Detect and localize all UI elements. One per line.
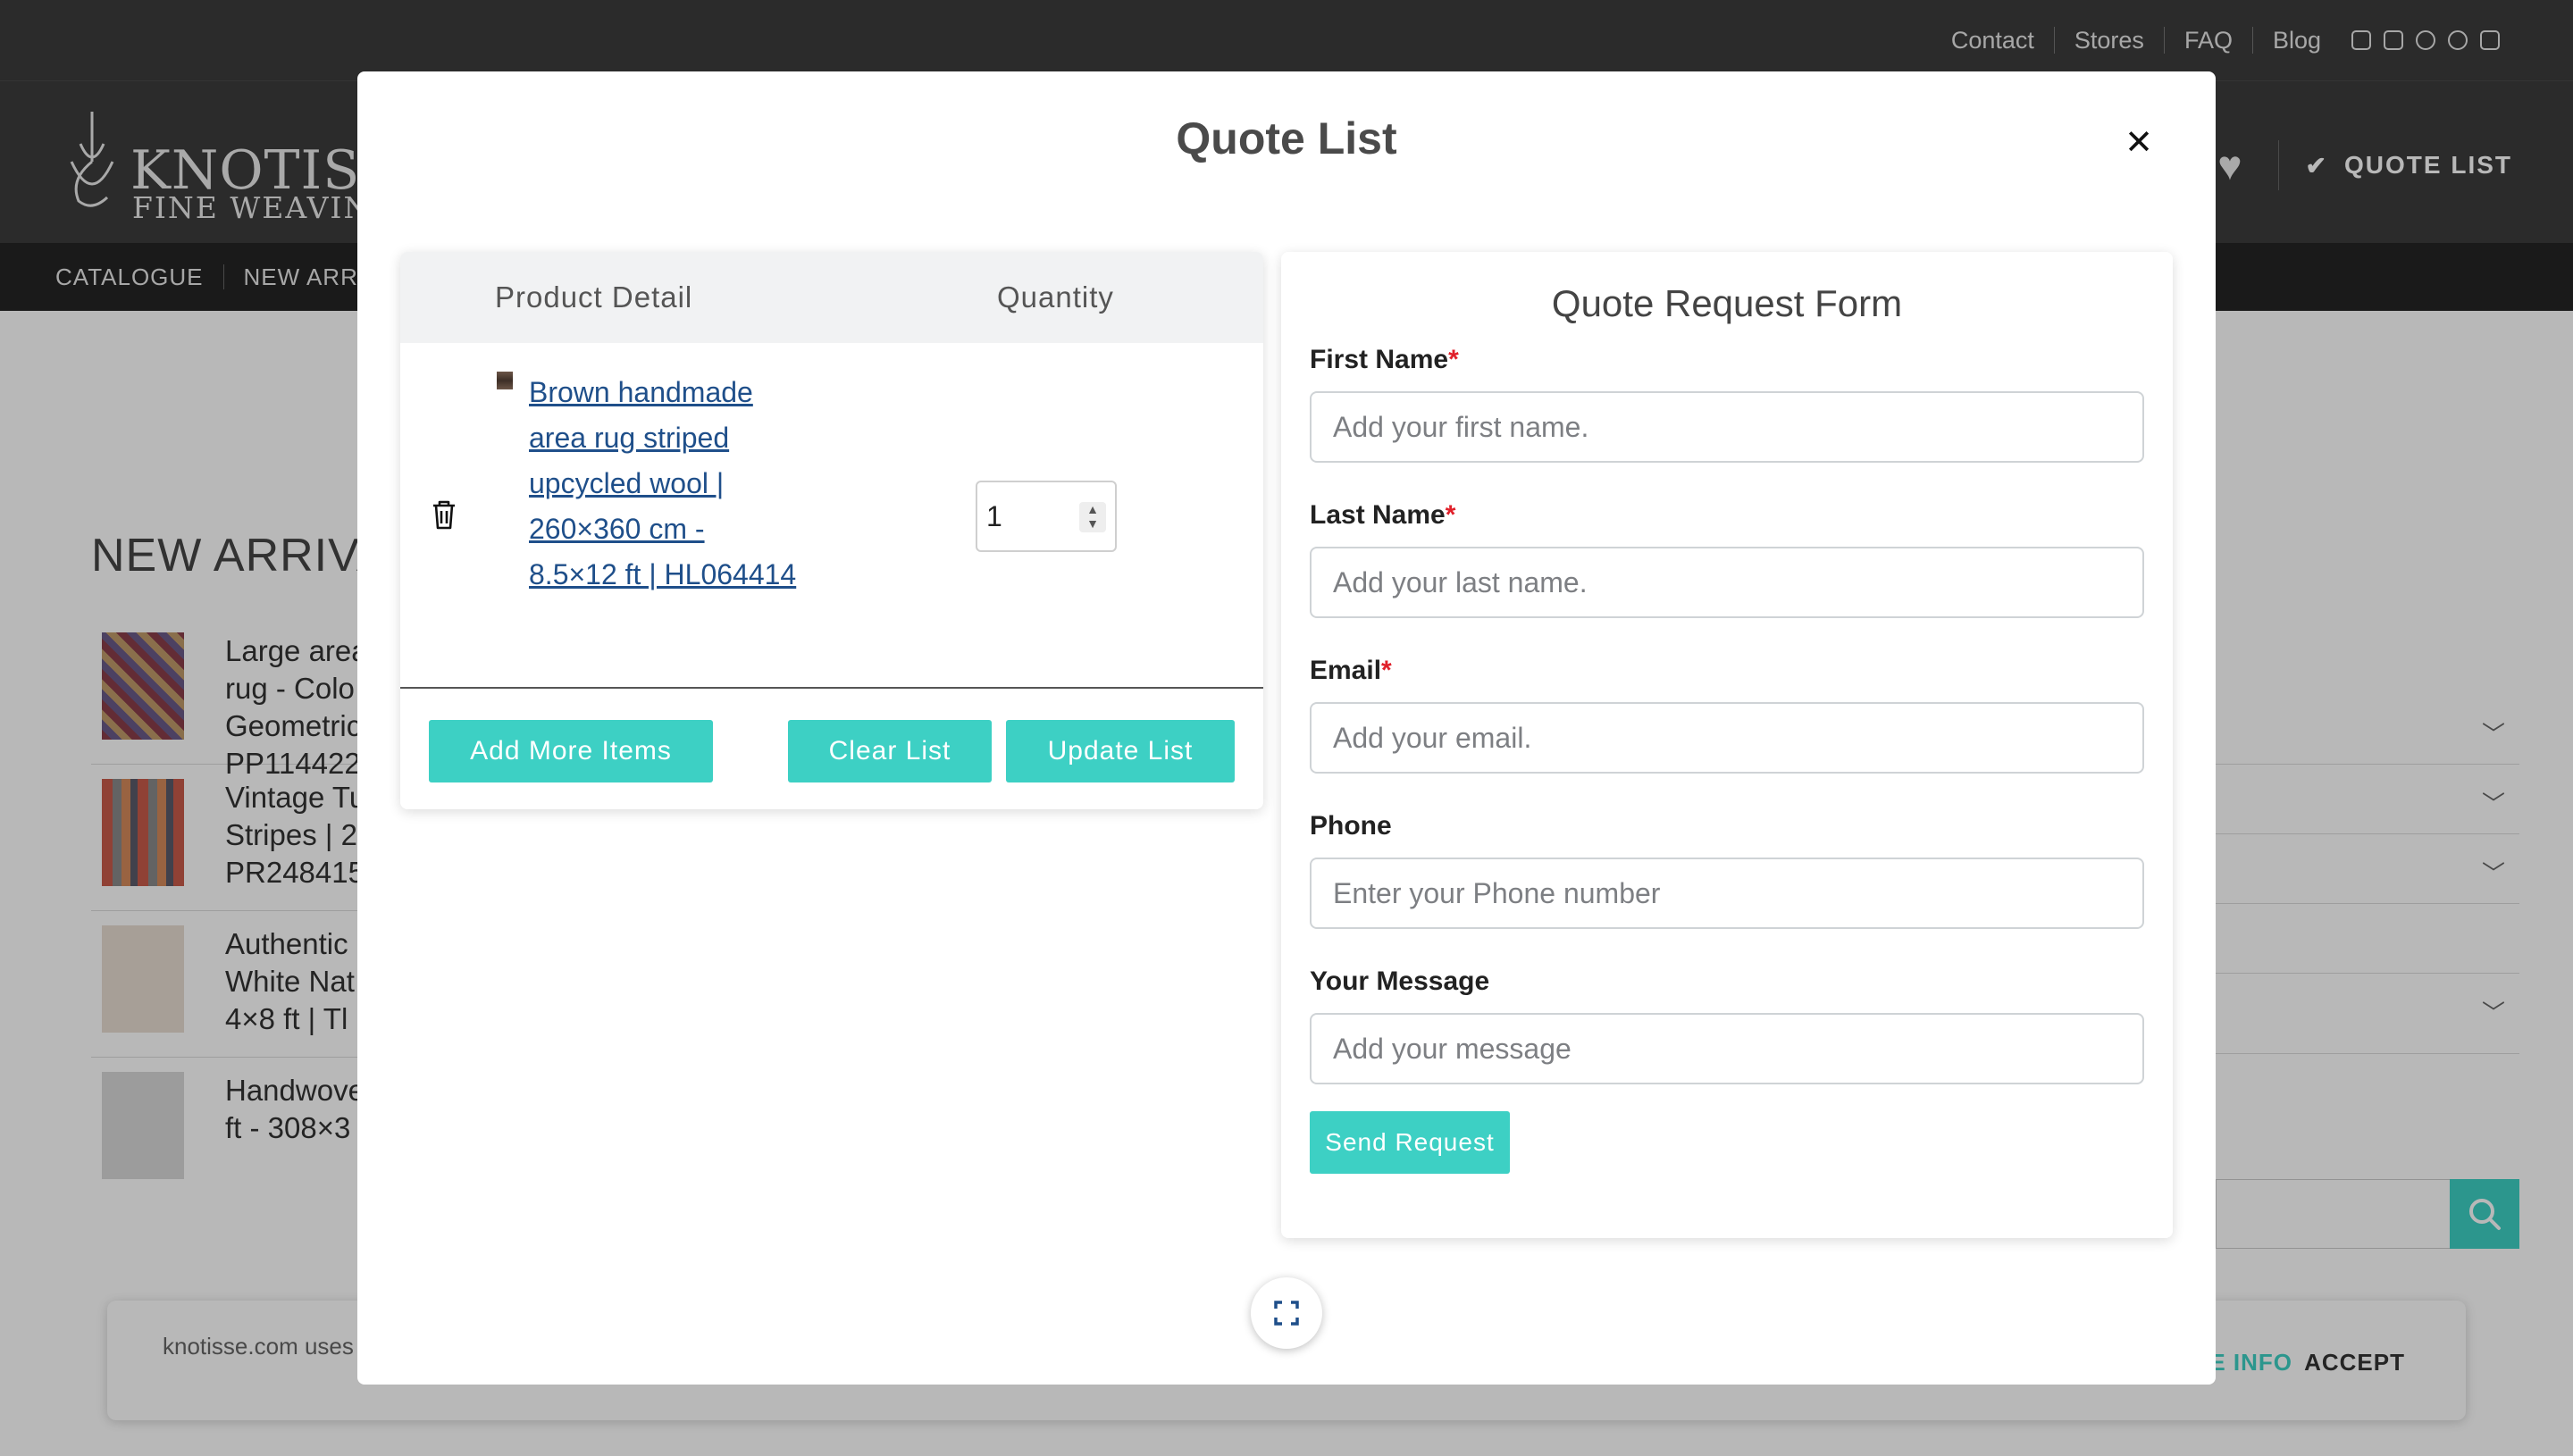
- clear-list-button[interactable]: Clear List: [788, 720, 992, 782]
- modal-title: Quote List: [1176, 113, 1397, 163]
- first-name-label: First Name*: [1310, 345, 1459, 374]
- required-marker: *: [1445, 500, 1456, 530]
- product-link[interactable]: Brown handmade area rug striped upcycled…: [529, 370, 797, 598]
- quantity-value: 1: [986, 500, 1002, 532]
- email-placeholder: Add your email.: [1333, 722, 1532, 754]
- expand-button[interactable]: [1251, 1277, 1322, 1349]
- phone-field[interactable]: Enter your Phone number: [1310, 858, 2144, 929]
- quantity-stepper[interactable]: 1 ▲ ▼: [976, 481, 1117, 552]
- send-request-button[interactable]: Send Request: [1310, 1111, 1510, 1174]
- first-name-field[interactable]: Add your first name.: [1310, 391, 2144, 463]
- required-marker: *: [1381, 656, 1392, 685]
- table-header: Product Detail Quantity: [400, 252, 1263, 343]
- message-label: Your Message: [1310, 966, 1490, 996]
- phone-placeholder: Enter your Phone number: [1333, 877, 1661, 909]
- required-marker: *: [1448, 345, 1459, 374]
- column-header-quantity: Quantity: [997, 280, 1114, 314]
- message-field[interactable]: Add your message: [1310, 1013, 2144, 1084]
- quote-list-table: Product Detail Quantity Brown handmade a…: [400, 252, 1263, 809]
- last-name-field[interactable]: Add your last name.: [1310, 547, 2144, 618]
- quote-list-modal: Quote List ✕ Product Detail Quantity Bro…: [357, 71, 2216, 1385]
- form-title: Quote Request Form: [1551, 282, 1903, 324]
- expand-icon: [1274, 1301, 1299, 1326]
- last-name-label: Last Name*: [1310, 500, 1456, 530]
- trash-icon[interactable]: [431, 498, 457, 531]
- email-field[interactable]: Add your email.: [1310, 702, 2144, 774]
- close-icon[interactable]: ✕: [2125, 125, 2153, 161]
- message-placeholder: Add your message: [1333, 1033, 1571, 1065]
- update-list-button[interactable]: Update List: [1006, 720, 1235, 782]
- column-header-product: Product Detail: [495, 280, 693, 314]
- first-name-placeholder: Add your first name.: [1333, 411, 1589, 443]
- spinner-arrows-icon[interactable]: ▲ ▼: [1079, 502, 1106, 532]
- add-more-items-button[interactable]: Add More Items: [429, 720, 713, 782]
- divider: [400, 687, 1263, 689]
- phone-label: Phone: [1310, 811, 1392, 841]
- product-thumbnail[interactable]: [497, 372, 513, 389]
- last-name-placeholder: Add your last name.: [1333, 566, 1588, 598]
- email-label: Email*: [1310, 656, 1392, 685]
- quote-request-form: Quote Request Form First Name* Add your …: [1281, 252, 2173, 1238]
